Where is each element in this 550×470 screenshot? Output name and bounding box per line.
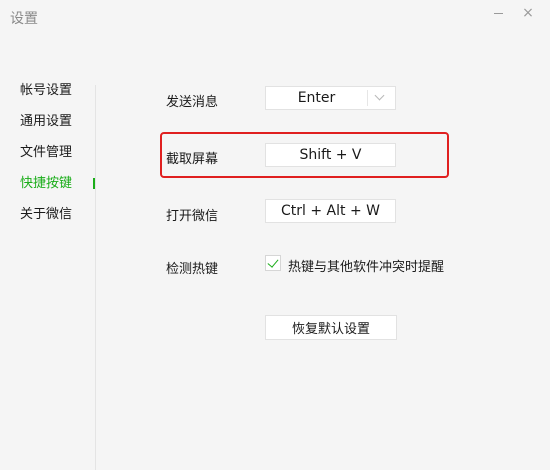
open-wechat-hotkey-field[interactable]: Ctrl + Alt + W: [265, 199, 396, 223]
minimize-button[interactable]: [486, 2, 510, 24]
sidebar-divider: [95, 85, 96, 470]
close-icon: ×: [522, 5, 534, 21]
open-wechat-label: 打开微信: [166, 209, 219, 224]
checkmark-icon: [267, 256, 279, 268]
sidebar-item-label: 文件管理: [20, 145, 73, 160]
reset-defaults-button[interactable]: 恢复默认设置: [265, 315, 397, 340]
hotkey-conflict-label[interactable]: 热键与其他软件冲突时提醒: [288, 256, 444, 275]
sidebar-item-about[interactable]: 关于微信: [0, 199, 96, 230]
screenshot-hotkey-field[interactable]: Shift + V: [265, 143, 396, 167]
sidebar-item-files[interactable]: 文件管理: [0, 137, 96, 168]
sidebar-item-account[interactable]: 帐号设置: [0, 75, 96, 106]
hotkey-conflict-checkbox[interactable]: [265, 255, 281, 271]
sidebar-item-label: 关于微信: [20, 207, 73, 222]
sidebar-item-label: 快捷按键: [20, 176, 73, 191]
send-message-label: 发送消息: [166, 95, 219, 110]
sidebar-item-label: 帐号设置: [20, 83, 73, 98]
settings-window: 设置 × 帐号设置 通用设置 文件管理 快捷按键 关于微信 发送消息 Enter…: [0, 0, 550, 470]
sidebar-item-label: 通用设置: [20, 114, 73, 129]
select-divider: [367, 90, 368, 106]
detect-hotkey-label: 检测热键: [166, 262, 219, 277]
sidebar-item-general[interactable]: 通用设置: [0, 106, 96, 137]
window-title: 设置: [10, 11, 38, 27]
screenshot-label: 截取屏幕: [166, 152, 219, 167]
minimize-icon: [493, 12, 503, 14]
settings-sidebar: 帐号设置 通用设置 文件管理 快捷按键 关于微信: [0, 75, 96, 230]
send-message-value: Enter: [297, 90, 336, 106]
send-message-select[interactable]: Enter: [265, 86, 396, 110]
chevron-down-icon[interactable]: [374, 90, 385, 101]
sidebar-item-shortcuts[interactable]: 快捷按键: [0, 168, 96, 199]
close-button[interactable]: ×: [516, 2, 540, 24]
